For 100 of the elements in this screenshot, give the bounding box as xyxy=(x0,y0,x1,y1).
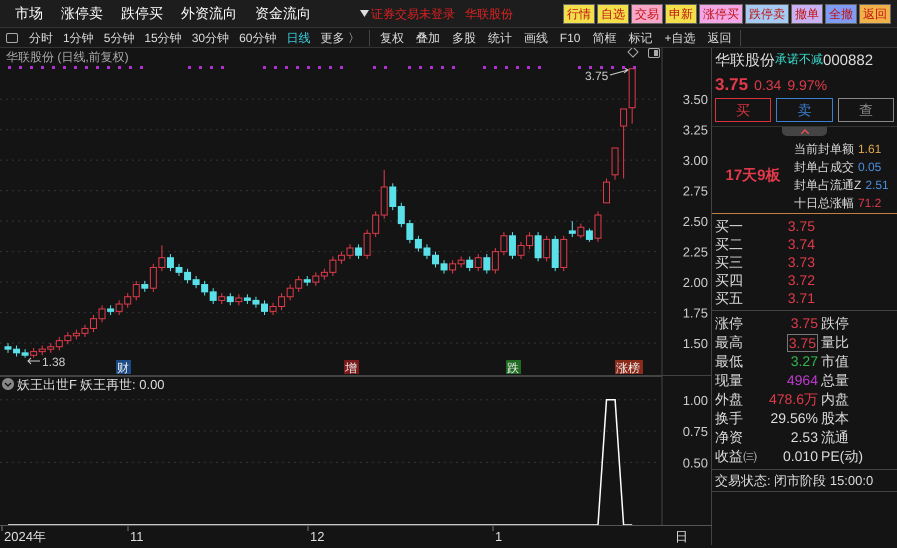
bid-level: 买五 xyxy=(715,289,744,307)
stat-label: 当前封单额 xyxy=(794,141,854,158)
arrow-icon xyxy=(610,68,629,76)
stock-tag: 承诺不减 xyxy=(775,50,823,68)
trade-button[interactable]: 买 xyxy=(715,98,772,122)
dropdown-icon xyxy=(360,10,369,17)
bid-level: 买二 xyxy=(715,235,744,253)
period-label: 日 xyxy=(675,529,688,544)
toolbar-button[interactable]: 叠加 xyxy=(410,28,446,46)
period-tab[interactable]: 日线 xyxy=(281,28,316,46)
stat-value: 4964 xyxy=(786,371,818,390)
date-label: 1 xyxy=(495,529,502,544)
stat-label: 量比 xyxy=(821,333,849,352)
last-price: 3.75 xyxy=(715,74,748,96)
menu-item[interactable]: 外资流向 xyxy=(181,3,237,24)
toolbar-button[interactable]: 返回 xyxy=(702,28,738,46)
bid-price: 3.71 xyxy=(786,289,815,307)
toolbar-button[interactable]: 多股 xyxy=(446,28,482,46)
axis-label: 2.25 xyxy=(682,244,708,260)
stat-value: 2.51 xyxy=(865,177,889,194)
date-label: 2024年 xyxy=(4,529,46,544)
trade-button[interactable]: 卖 xyxy=(776,98,833,122)
axis-label: 0.75 xyxy=(682,424,708,440)
stat-label: 跌停 xyxy=(821,314,849,333)
axis-label: 1.50 xyxy=(682,336,708,352)
stat-value: 1.61 xyxy=(858,141,882,158)
bid-level: 买一 xyxy=(715,217,744,235)
date-label: 12 xyxy=(310,529,324,544)
event-tag: 财 xyxy=(117,361,129,375)
collapse-toggle[interactable] xyxy=(782,127,827,136)
low-price-label: 1.38 xyxy=(42,355,66,369)
period-tab[interactable]: 更多 〉 xyxy=(315,28,365,46)
period-tab[interactable]: 5分钟 xyxy=(98,28,140,46)
stat-label: 现量 xyxy=(715,371,744,390)
chart-title: 华联股份 (日线,前复权) xyxy=(6,50,129,64)
stat-label: 换手 xyxy=(715,409,744,428)
stat-label: 收益㈢ xyxy=(715,447,758,466)
trade-button[interactable]: 查 xyxy=(838,98,894,122)
bid-price: 3.73 xyxy=(786,253,815,271)
stat-value: 0.010 xyxy=(782,447,818,466)
axis-label: 0.50 xyxy=(682,455,708,470)
notice-stock-name: 华联股份 xyxy=(465,6,513,22)
panel-toggle-icon xyxy=(648,48,660,58)
toolbar-button[interactable]: 标记 xyxy=(622,28,658,46)
bid-price: 3.75 xyxy=(786,217,815,235)
indicator-reading: 妖王再世: 0.00 xyxy=(80,377,165,392)
bid-price: 3.72 xyxy=(786,271,815,289)
toolbar-button[interactable]: 复权 xyxy=(374,28,410,46)
menu-item[interactable]: 涨停卖 xyxy=(61,3,103,24)
date-label: 11 xyxy=(130,529,144,544)
arrow-icon xyxy=(27,358,40,364)
candlestick xyxy=(534,232,542,262)
limit-up-streak: 17天9板 xyxy=(725,166,781,186)
stat-value: 71.2 xyxy=(858,195,882,212)
period-tab[interactable]: 60分钟 xyxy=(234,28,282,46)
login-notice: 证券交易未登录 xyxy=(371,6,455,22)
panel-toggle-icon[interactable] xyxy=(6,32,18,42)
menu-item[interactable]: 资金流向 xyxy=(255,3,311,24)
event-tag: 增 xyxy=(345,361,357,375)
chevron-up-icon xyxy=(800,129,808,134)
event-tag: 跌 xyxy=(507,361,519,375)
period-tab[interactable]: 分时 xyxy=(24,28,58,46)
stat-value: 3.75 xyxy=(786,334,818,352)
axis-label: 2.75 xyxy=(682,184,708,199)
menu-item[interactable]: 市场 xyxy=(15,3,43,24)
axis-label: 1.75 xyxy=(682,306,708,321)
stat-value: 0.05 xyxy=(858,159,882,176)
trading-status: 交易状态: 闭市阶段 15:00:0 xyxy=(715,472,874,490)
period-tab[interactable]: 30分钟 xyxy=(186,28,234,46)
axis-label: 3.00 xyxy=(682,153,708,168)
bid-level: 买三 xyxy=(715,253,744,271)
action-button[interactable]: 申新 xyxy=(665,4,697,24)
indicator-name: 妖王出世F xyxy=(17,377,77,392)
stock-name: 华联股份 xyxy=(715,50,775,70)
action-button[interactable]: 自选 xyxy=(597,4,629,24)
stat-value: 3.27 xyxy=(790,352,818,371)
toolbar-button[interactable]: +自选 xyxy=(658,28,702,46)
stat-value: 3.75 xyxy=(790,314,818,333)
toolbar-button[interactable]: 统计 xyxy=(482,28,518,46)
stat-label: 最低 xyxy=(715,352,744,371)
stat-label: 净资 xyxy=(715,428,744,447)
diamond-icon xyxy=(627,48,639,58)
stat-value: 2.53 xyxy=(790,428,818,447)
period-tab[interactable]: 15分钟 xyxy=(139,28,187,46)
toolbar-button[interactable]: F10 xyxy=(554,28,586,46)
percent-change: 9.97% xyxy=(787,76,828,95)
stat-value: 478.6万 xyxy=(768,390,818,409)
toolbar-button[interactable]: 简框 xyxy=(586,28,622,46)
stat-label: PE(动) xyxy=(821,447,863,466)
stat-label: 总量 xyxy=(821,371,849,390)
menu-item[interactable]: 跌停买 xyxy=(121,3,163,24)
axis-label: 2.00 xyxy=(682,275,708,290)
axis-label: 3.25 xyxy=(682,122,708,138)
toolbar-button[interactable]: 画线 xyxy=(518,28,554,46)
period-tab[interactable]: 1分钟 xyxy=(58,28,99,46)
axis-label: 3.50 xyxy=(682,92,708,108)
action-button[interactable]: 行情 xyxy=(563,4,595,24)
stat-value: 29.56% xyxy=(770,409,818,428)
bid-level: 买四 xyxy=(715,271,744,289)
action-button[interactable]: 跌停卖 xyxy=(745,4,789,24)
